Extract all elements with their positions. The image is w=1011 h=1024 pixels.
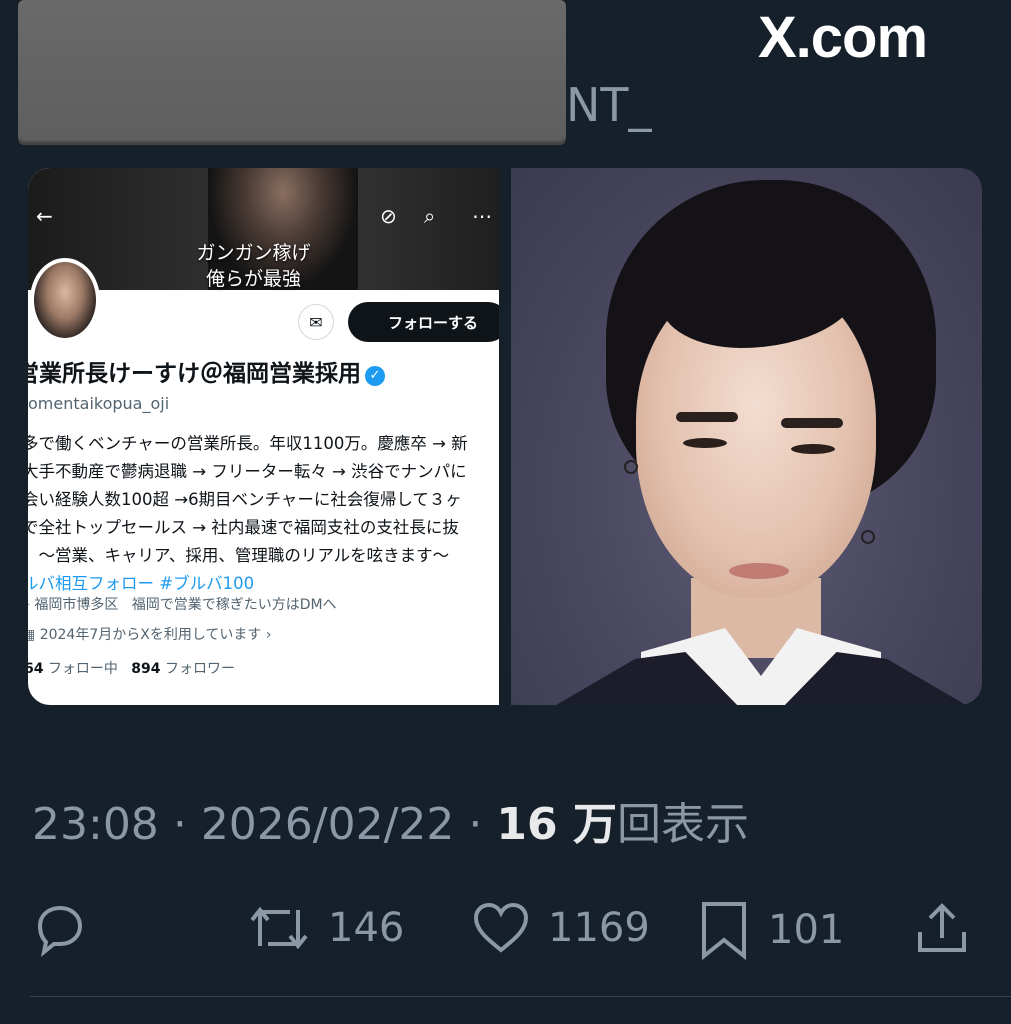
mail-icon: ✉ xyxy=(298,304,334,340)
portrait-earring xyxy=(861,530,875,544)
bio-line: 。〜営業、キャリア、採用、管理職のリアルを呟きます〜 xyxy=(28,546,450,565)
verified-badge-icon: ✓ xyxy=(365,366,385,386)
more-icon: ⋯ xyxy=(472,204,492,228)
tweet-timestamp[interactable]: 23:08 · 2026/02/22 · 16 万回表示 xyxy=(32,788,749,852)
banner-caption-line1: ガンガン稼げ xyxy=(196,242,311,264)
profile-joined-row: ▦ 2024年7月からXを利用しています › xyxy=(28,624,271,644)
reply-button[interactable] xyxy=(30,898,90,958)
divider xyxy=(30,996,1011,997)
profile-avatar xyxy=(30,258,100,342)
retweet-button[interactable]: 146 xyxy=(246,898,404,958)
portrait-brow xyxy=(676,412,738,422)
heart-icon xyxy=(473,902,529,953)
chevron-right-icon: › xyxy=(261,627,272,643)
tweet-media-grid: ガンガン稼げ 俺らが最強 ← ⊘ ⌕ ⋯ ✉ フォローする 営業所長けーすけ＠福… xyxy=(28,168,982,705)
tweet-action-bar: 146 1169 101 xyxy=(0,898,1011,978)
back-arrow-icon: ← xyxy=(36,204,53,228)
user-handle-partial[interactable]: NT_ xyxy=(566,78,652,132)
portrait-eye xyxy=(683,438,727,448)
bio-line: 会い経験人数100超 →6期目ベンチャーに社会復帰して３ヶ xyxy=(28,490,462,509)
profile-bio: 多で働くベンチャーの営業所長。年収1100万。慶應卒 → 新 大手不動産で鬱病退… xyxy=(28,430,499,598)
profile-handle: omentaikopua_oji xyxy=(28,394,170,413)
retweet-count: 146 xyxy=(328,905,405,951)
bookmark-icon xyxy=(702,902,746,961)
calendar-icon: ▦ xyxy=(28,627,36,643)
portrait-lips xyxy=(729,563,789,579)
mute-icon: ⊘ xyxy=(380,204,397,228)
media-image-portrait[interactable] xyxy=(511,168,982,705)
profile-follow-counts: 64 フォロー中 894 フォロワー xyxy=(28,661,235,677)
bookmark-count: 101 xyxy=(768,907,845,953)
view-label: 回表示 xyxy=(616,799,749,850)
share-icon xyxy=(918,903,966,952)
search-icon: ⌕ xyxy=(424,204,436,228)
portrait-brow xyxy=(781,418,843,428)
profile-location-row: ⌖ 福岡市博多区 福岡で営業で稼ぎたい方はDMへ xyxy=(28,594,337,614)
follow-button: フォローする xyxy=(348,302,499,342)
x-com-watermark: X.com xyxy=(758,5,928,70)
profile-banner: ガンガン稼げ 俺らが最強 ← ⊘ ⌕ ⋯ xyxy=(28,168,499,290)
media-image-profile-screenshot[interactable]: ガンガン稼げ 俺らが最強 ← ⊘ ⌕ ⋯ ✉ フォローする 営業所長けーすけ＠福… xyxy=(28,168,499,705)
profile-website: 福岡で営業で稼ぎたい方はDMへ xyxy=(131,597,337,613)
like-count: 1169 xyxy=(548,905,650,951)
view-count: 16 万 xyxy=(496,799,617,850)
portrait-earring xyxy=(624,460,638,474)
profile-display-name: 営業所長けーすけ＠福岡営業採用 ✓ xyxy=(28,354,385,388)
bio-line: 多で働くベンチャーの営業所長。年収1100万。慶應卒 → 新 xyxy=(28,434,468,453)
reply-icon xyxy=(37,905,83,957)
portrait-eye xyxy=(791,444,835,454)
redacted-username-block xyxy=(18,0,566,142)
retweet-icon xyxy=(250,906,308,950)
bookmark-button[interactable]: 101 xyxy=(696,898,844,962)
like-button[interactable]: 1169 xyxy=(470,898,650,958)
bio-line: で全社トップセールス → 社内最速で福岡支社の支社長に抜 xyxy=(28,518,459,537)
bio-line: 大手不動産で鬱病退職 → フリーター転々 → 渋谷でナンパに xyxy=(28,462,467,481)
share-button[interactable] xyxy=(912,898,972,958)
